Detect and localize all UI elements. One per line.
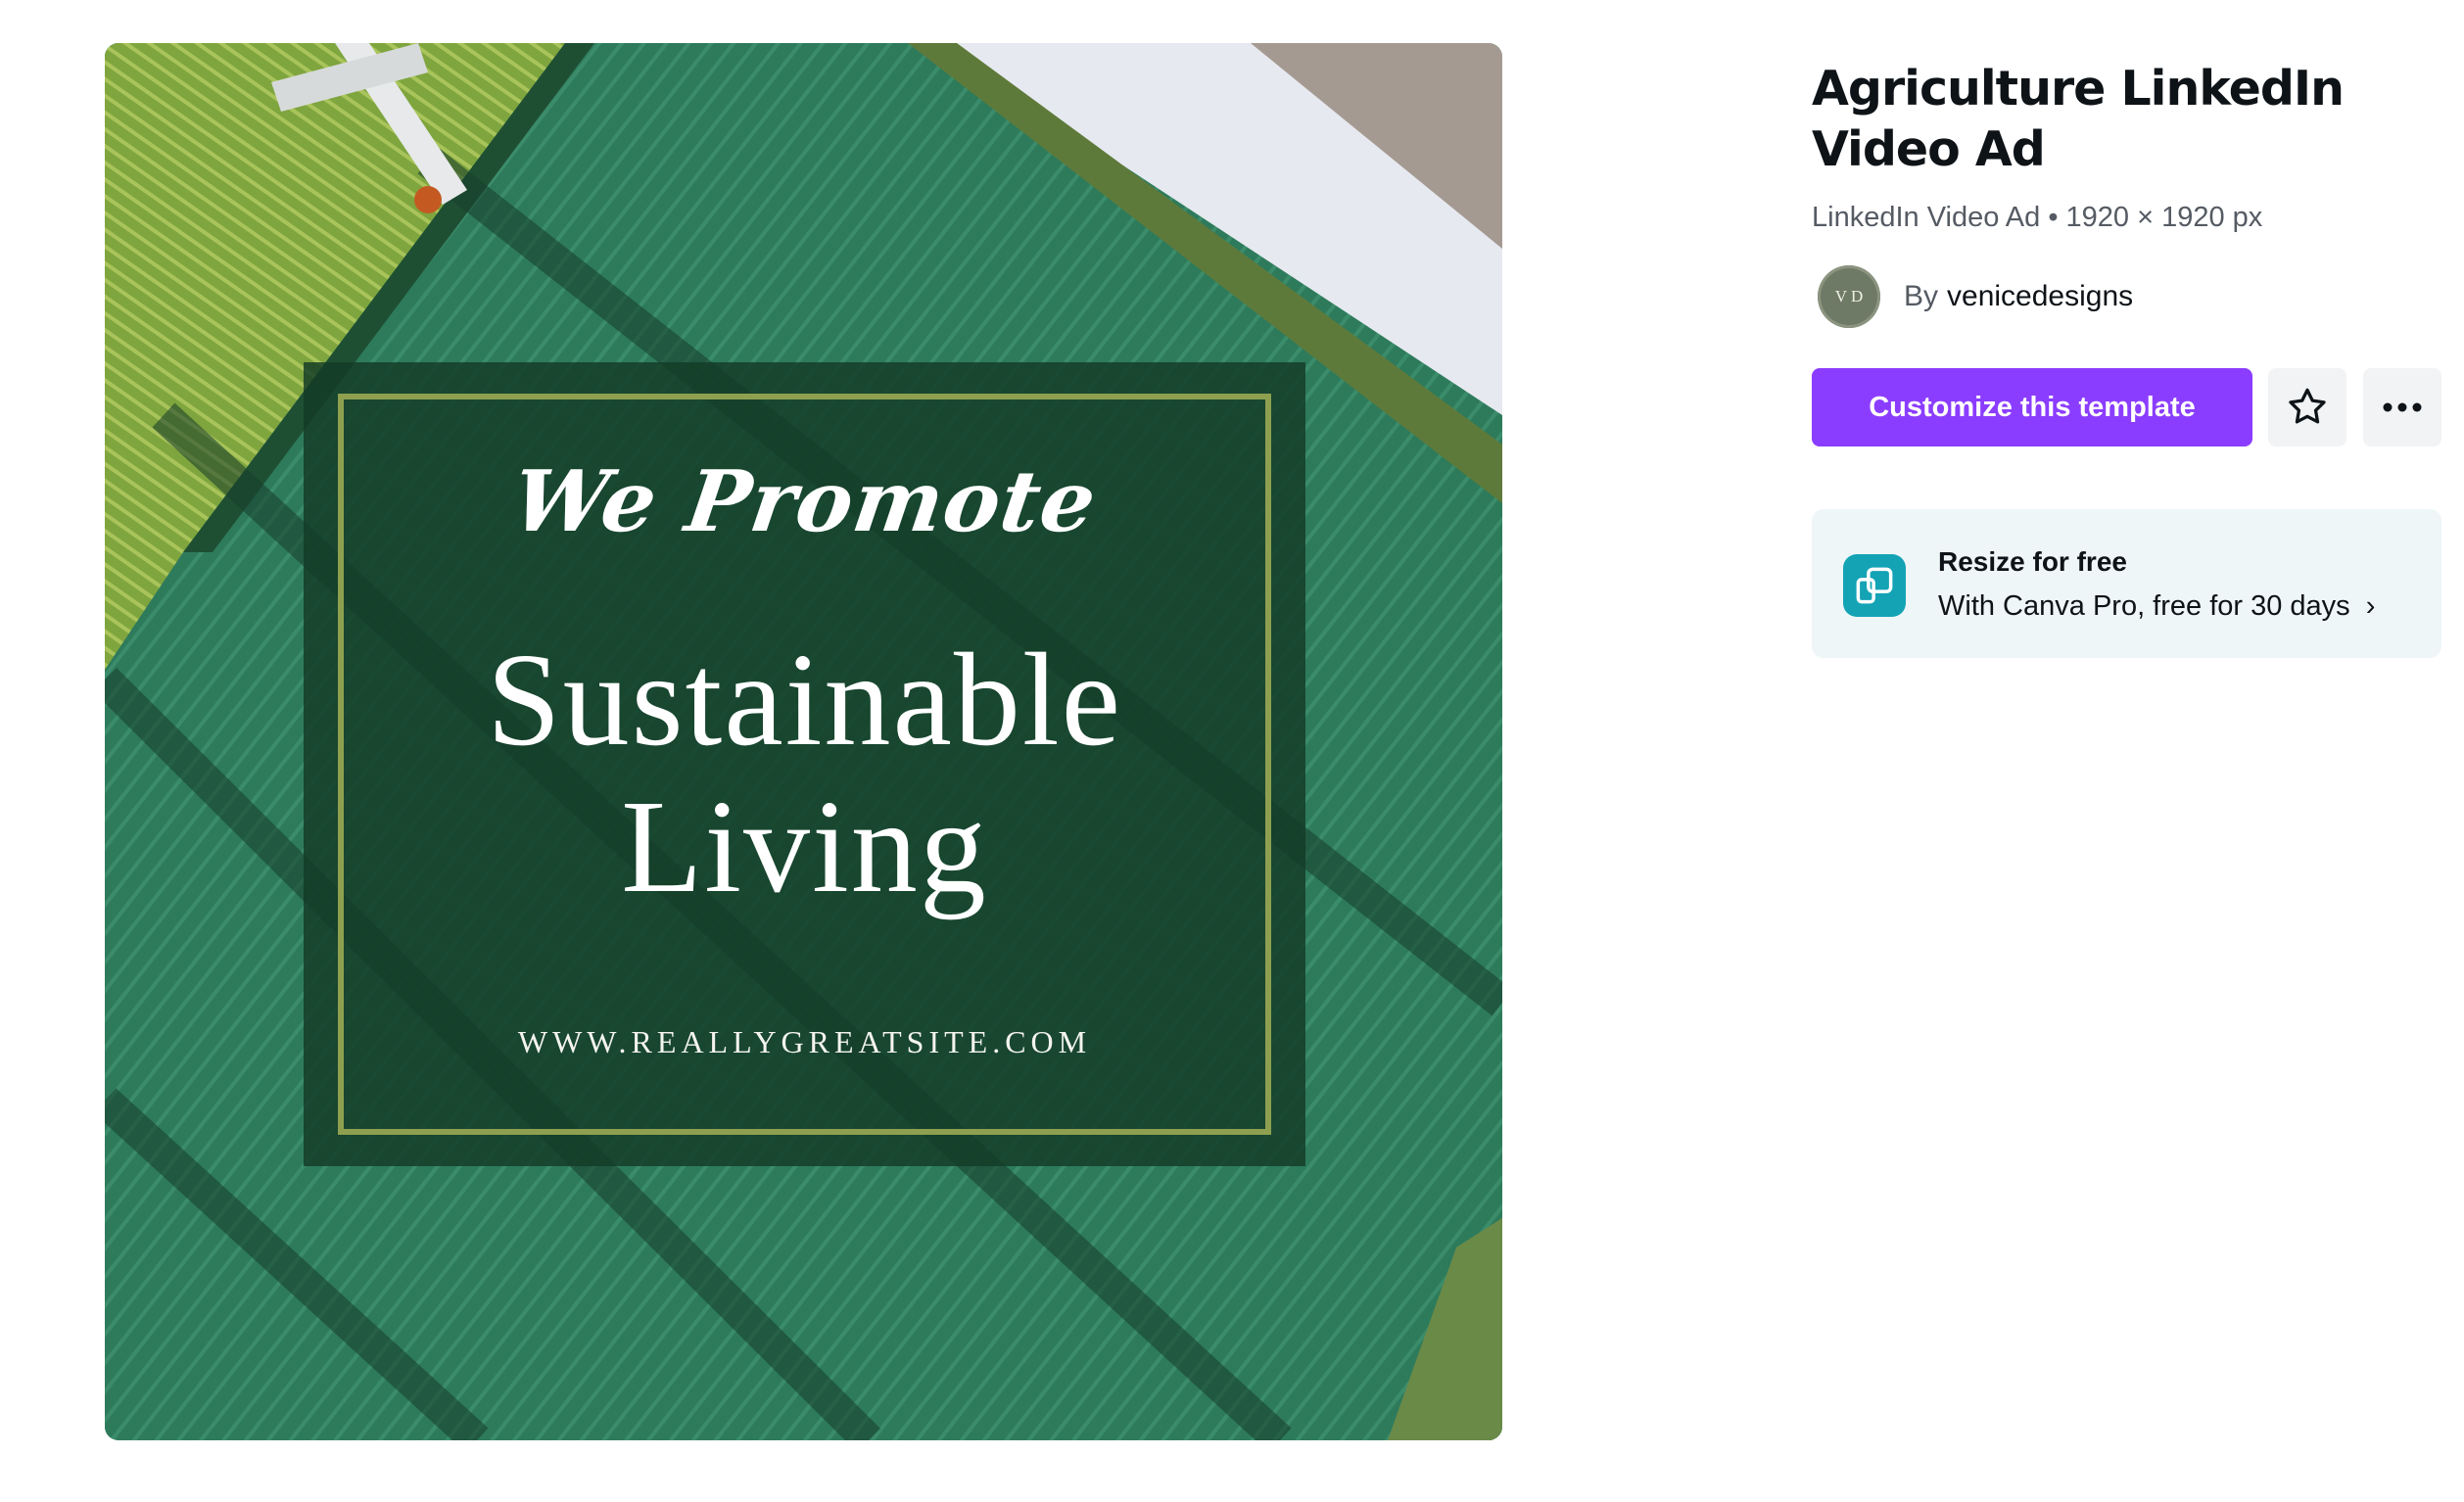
customize-template-button[interactable]: Customize this template: [1812, 368, 2252, 446]
more-options-button[interactable]: [2363, 368, 2441, 446]
resize-glyph: [1856, 567, 1893, 604]
template-title: Agriculture LinkedIn Video Ad: [1812, 61, 2345, 177]
resize-subtitle-text: With Canva Pro, free for 30 days: [1938, 590, 2350, 622]
avatar[interactable]: V D: [1818, 265, 1880, 328]
resize-title: Resize for free: [1938, 546, 2127, 577]
preview-title-text: Sustainable Living: [304, 627, 1305, 920]
resize-icon: [1843, 554, 1906, 617]
template-preview[interactable]: We Promote Sustainable Living WWW.REALLY…: [105, 43, 1502, 1440]
template-meta: LinkedIn Video Ad • 1920 × 1920 px: [1812, 202, 2263, 233]
preview-title-line-2: Living: [621, 774, 988, 920]
text-overlay-box: We Promote Sustainable Living WWW.REALLY…: [304, 362, 1305, 1166]
author-row[interactable]: V D By venicedesigns: [1818, 264, 2133, 329]
author-name-link[interactable]: venicedesigns: [1947, 280, 2133, 313]
resize-subtitle: With Canva Pro, free for 30 days ›: [1938, 590, 2375, 623]
favorite-button[interactable]: [2268, 368, 2346, 446]
resize-for-free-card[interactable]: Resize for free With Canva Pro, free for…: [1812, 509, 2441, 658]
star-icon: [2289, 388, 2326, 424]
more-horizontal-icon: [2383, 402, 2422, 412]
by-label: By: [1904, 280, 1939, 312]
chevron-right-icon: ›: [2365, 590, 2376, 622]
preview-script-text: We Promote: [506, 452, 1103, 551]
avatar-initials: V D: [1834, 287, 1864, 305]
preview-url-text: WWW.REALLYGREATSITE.COM: [517, 1024, 1092, 1059]
preview-title-line-1: Sustainable: [486, 627, 1122, 774]
